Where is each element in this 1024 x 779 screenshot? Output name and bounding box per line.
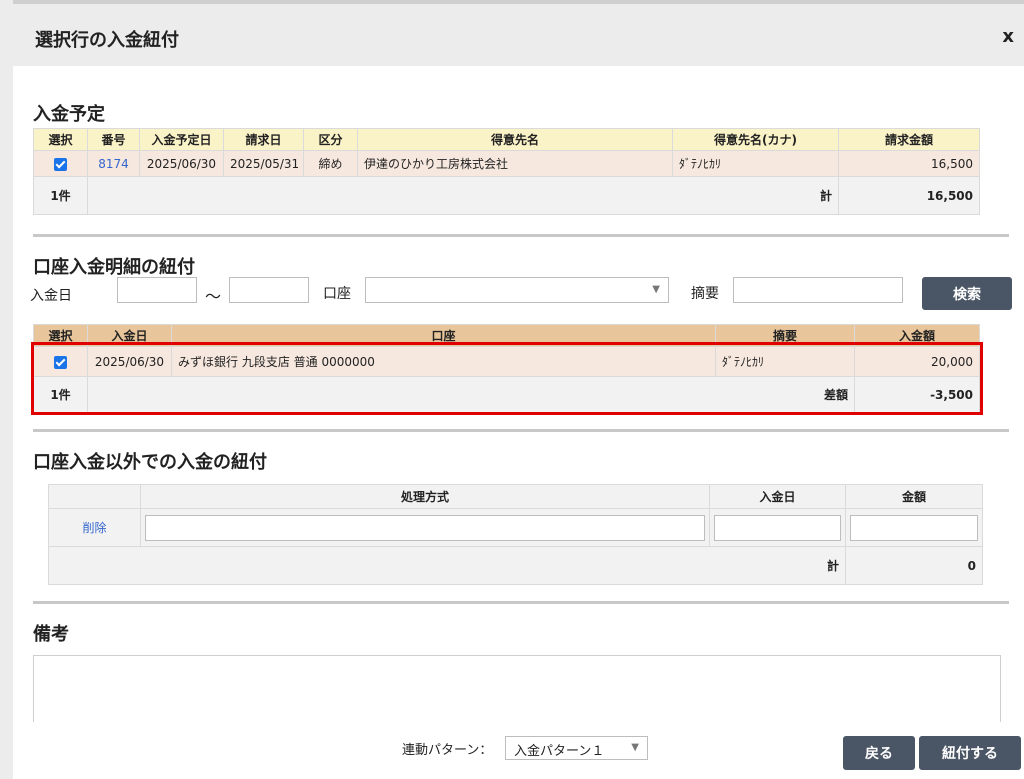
table-row: 削除: [48, 508, 983, 547]
other-total-label: 計: [48, 546, 846, 585]
section-divider: [33, 429, 1009, 432]
modal-title: 選択行の入金紐付: [35, 30, 179, 51]
pattern-value: 入金パターン１: [514, 744, 605, 759]
chevron-down-icon: ▼: [652, 284, 660, 295]
col-category: 区分: [303, 128, 358, 151]
row-checkbox[interactable]: [54, 355, 67, 369]
schedule-total: 16,500: [838, 176, 980, 215]
row-amount: 16,500: [838, 150, 980, 177]
date-from-input[interactable]: [117, 277, 197, 303]
date-cell: [709, 508, 846, 547]
bank-header-row: 選択 入金日 口座 摘要 入金額: [33, 324, 980, 347]
col-customer: 得意先名: [357, 128, 673, 151]
col-due-date: 入金予定日: [139, 128, 224, 151]
row-select-cell: [33, 150, 88, 177]
row-checkbox[interactable]: [54, 157, 67, 171]
table-row: 8174 2025/06/30 2025/05/31 締め 伊達のひかり工房株式…: [33, 150, 980, 177]
date-filter-label: 入金日: [30, 288, 72, 304]
bank-diff-label: 差額: [87, 376, 855, 413]
row-select-cell: [33, 346, 88, 377]
other-table: 処理方式 入金日 金額 削除 計 0: [48, 484, 983, 585]
chevron-down-icon: ▼: [631, 742, 639, 753]
bank-table: 選択 入金日 口座 摘要 入金額 2025/06/30 みずほ銀行 九段支店 普…: [33, 324, 980, 413]
col-select: 選択: [33, 324, 88, 347]
schedule-count: 1件: [33, 176, 88, 215]
col-deposit-amount: 入金額: [854, 324, 980, 347]
date-range-tilde: 〜: [205, 287, 222, 306]
account-filter-label: 口座: [323, 286, 351, 302]
row-number: 8174: [87, 150, 140, 177]
date-to-input[interactable]: [229, 277, 309, 303]
col-amount: 金額: [845, 484, 983, 509]
modal-header: 選択行の入金紐付 x: [13, 4, 1024, 66]
col-number: 番号: [87, 128, 140, 151]
other-footer-row: 計 0: [48, 546, 983, 585]
back-button[interactable]: 戻る: [843, 736, 915, 770]
col-amount: 請求金額: [838, 128, 980, 151]
notes-section-title: 備考: [33, 624, 69, 645]
pattern-select[interactable]: 入金パターン１ ▼: [505, 736, 648, 760]
row-category: 締め: [303, 150, 358, 177]
bank-diff: -3,500: [854, 376, 980, 413]
row-memo: ﾀﾞﾃﾉﾋｶﾘ: [715, 346, 855, 377]
other-total: 0: [845, 546, 983, 585]
window-frame-left: [0, 0, 13, 779]
method-cell: [140, 508, 710, 547]
bank-section-title: 口座入金明細の紐付: [33, 257, 195, 278]
schedule-table: 選択 番号 入金予定日 請求日 区分 得意先名 得意先名(カナ) 請求金額 81…: [33, 128, 980, 215]
section-divider: [33, 234, 1009, 237]
date-input[interactable]: [714, 514, 841, 541]
schedule-footer-row: 1件 計 16,500: [33, 176, 980, 215]
col-customer-kana: 得意先名(カナ): [672, 128, 839, 151]
memo-filter-label: 摘要: [691, 286, 719, 302]
schedule-header-row: 選択 番号 入金予定日 請求日 区分 得意先名 得意先名(カナ) 請求金額: [33, 128, 980, 151]
row-deposit-date: 2025/06/30: [87, 346, 172, 377]
memo-input[interactable]: [733, 277, 903, 303]
col-method: 処理方式: [140, 484, 710, 509]
col-action: [48, 484, 141, 509]
row-deposit-amount: 20,000: [854, 346, 980, 377]
col-deposit-date: 入金日: [87, 324, 172, 347]
pattern-label: 連動パターン：: [402, 743, 493, 758]
other-section-title: 口座入金以外での入金の紐付: [33, 452, 267, 473]
row-account: みずほ銀行 九段支店 普通 0000000: [171, 346, 716, 377]
delete-link[interactable]: 削除: [82, 521, 106, 535]
bank-count: 1件: [33, 376, 88, 413]
section-divider: [33, 601, 1009, 604]
other-header-row: 処理方式 入金日 金額: [48, 484, 983, 509]
col-account: 口座: [171, 324, 716, 347]
link-button[interactable]: 紐付する: [919, 736, 1021, 770]
row-due-date: 2025/06/30: [139, 150, 224, 177]
row-invoice-date: 2025/05/31: [223, 150, 304, 177]
row-action-cell: 削除: [48, 508, 141, 547]
close-icon[interactable]: x: [1002, 26, 1014, 47]
invoice-number-link[interactable]: 8174: [98, 157, 129, 171]
col-date: 入金日: [709, 484, 846, 509]
method-input[interactable]: [145, 514, 705, 541]
schedule-section-title: 入金予定: [33, 104, 105, 125]
col-memo: 摘要: [715, 324, 855, 347]
bank-footer-row: 1件 差額 -3,500: [33, 376, 980, 413]
amount-cell: [845, 508, 983, 547]
search-button[interactable]: 検索: [922, 277, 1012, 310]
account-select[interactable]: ▼: [365, 277, 669, 303]
col-invoice-date: 請求日: [223, 128, 304, 151]
row-customer: 伊達のひかり工房株式会社: [357, 150, 673, 177]
notes-textarea[interactable]: [33, 655, 1001, 725]
schedule-total-label: 計: [87, 176, 839, 215]
col-select: 選択: [33, 128, 88, 151]
row-customer-kana: ﾀﾞﾃﾉﾋｶﾘ: [672, 150, 839, 177]
table-row: 2025/06/30 みずほ銀行 九段支店 普通 0000000 ﾀﾞﾃﾉﾋｶﾘ…: [33, 346, 980, 377]
amount-input[interactable]: [850, 514, 978, 541]
